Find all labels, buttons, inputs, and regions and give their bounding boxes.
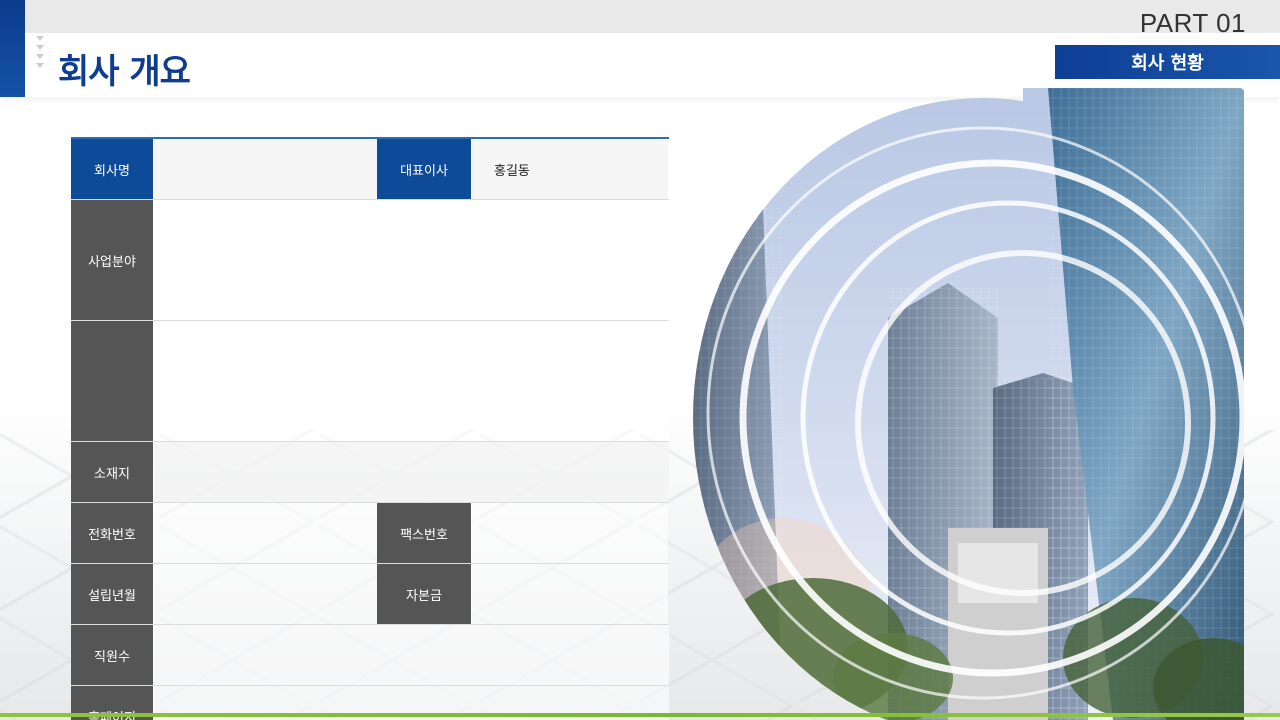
capital-label: 자본금 <box>377 564 472 624</box>
business-value[interactable] <box>154 200 669 320</box>
founded-value[interactable] <box>154 564 377 624</box>
table-row: 사업분야 <box>71 200 669 321</box>
company-name-label: 회사명 <box>71 139 154 199</box>
phone-label: 전화번호 <box>71 503 154 563</box>
table-row: 소재지 <box>71 442 669 503</box>
location-value[interactable] <box>154 442 669 502</box>
employees-label: 직원수 <box>71 625 154 685</box>
company-info-table: 회사명 대표이사 홍길동 사업분야 소재지 전화번호 팩스번호 설립년월 자본금… <box>71 137 669 720</box>
left-accent-bar <box>0 0 25 97</box>
page-title: 회사 개요 <box>58 52 191 92</box>
location-label: 소재지 <box>71 442 154 502</box>
ceo-label: 대표이사 <box>377 139 472 199</box>
business-label: 사업분야 <box>71 200 154 320</box>
building-photo <box>693 88 1244 720</box>
table-row: 직원수 <box>71 625 669 686</box>
founded-label: 설립년월 <box>71 564 154 624</box>
section-badge: 회사 현황 <box>1055 45 1280 79</box>
fax-value[interactable] <box>472 503 668 563</box>
extra-value[interactable] <box>154 321 669 441</box>
fax-label: 팩스번호 <box>377 503 472 563</box>
table-row: 회사명 대표이사 홍길동 <box>71 139 669 200</box>
chevron-down-icon <box>34 36 46 96</box>
capital-value[interactable] <box>472 564 668 624</box>
extra-label <box>71 321 154 441</box>
ceo-value[interactable]: 홍길동 <box>472 139 668 199</box>
company-name-value[interactable] <box>154 139 377 199</box>
table-row: 설립년월 자본금 <box>71 564 669 625</box>
phone-value[interactable] <box>154 503 377 563</box>
top-strip <box>0 0 1280 33</box>
table-row: 전화번호 팩스번호 <box>71 503 669 564</box>
bottom-accent-line <box>0 713 1280 717</box>
table-row <box>71 321 669 442</box>
part-label: PART 01 <box>1139 8 1246 38</box>
employees-value[interactable] <box>154 625 669 685</box>
